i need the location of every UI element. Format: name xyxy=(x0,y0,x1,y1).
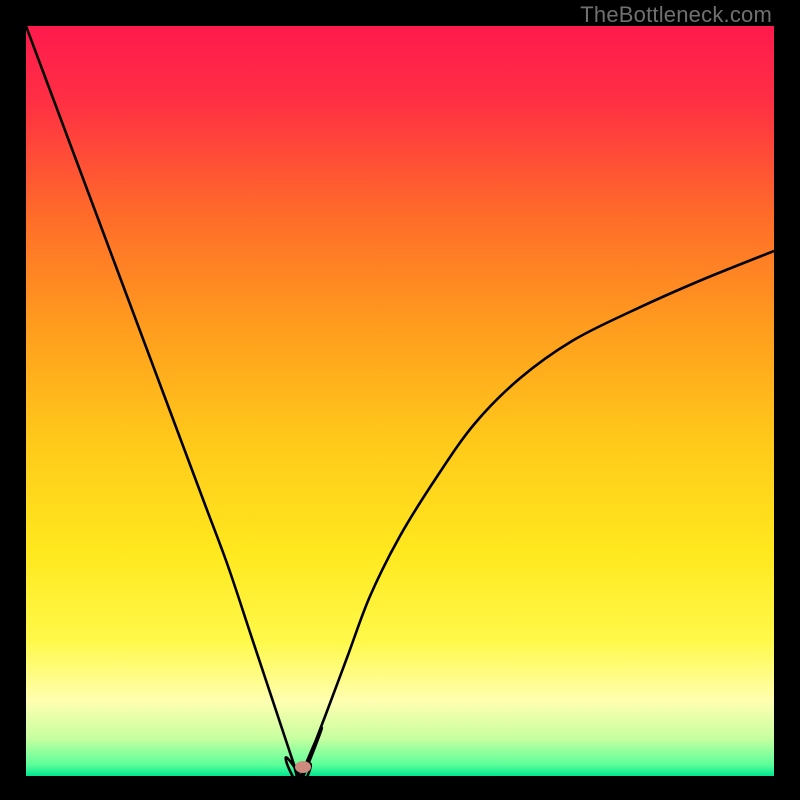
optimum-marker xyxy=(295,761,311,773)
bottleneck-curve xyxy=(26,26,774,776)
chart-frame: TheBottleneck.com xyxy=(0,0,800,800)
plot-area xyxy=(26,26,774,776)
watermark-text: TheBottleneck.com xyxy=(580,2,772,28)
